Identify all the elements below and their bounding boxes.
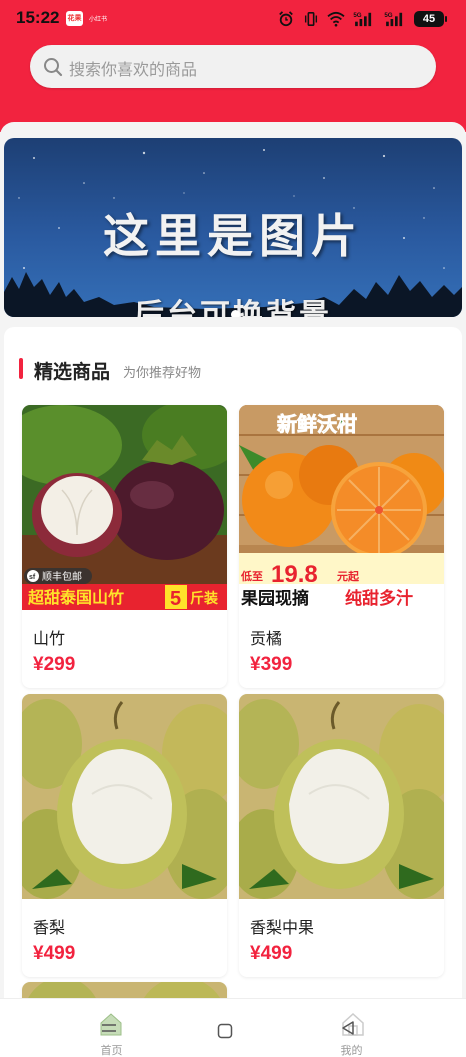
status-bar: 15:22 花果 小红书 5G 5G 45 [0,0,466,38]
search-input[interactable]: 搜索你喜欢的商品 [30,45,436,88]
product-price: ¥299 [33,654,76,675]
signal-icon-1: 5G [353,12,372,27]
product-image: 新鲜沃柑 低至 19.8 元起 果园现摘 纯甜多汁 [239,405,444,610]
network-label-2: 5G [384,12,392,19]
banner[interactable]: 这里是图片 后台可换背景 [4,138,462,317]
alarm-icon [279,11,293,27]
section-accent-bar [19,358,23,379]
badge-text: 顺丰包邮 [42,570,82,583]
product-image [22,694,227,899]
product-name: 山竹 [33,629,66,648]
section-title: 精选商品 [34,361,111,383]
product-overlay-text: 超甜泰国山竹 [27,588,124,607]
search-icon [44,58,63,77]
svg-text:sf: sf [29,574,36,581]
product-overlay-number: 5 [170,588,181,610]
product-name: 贡橘 [250,629,283,648]
product-name: 香梨中果 [250,918,315,937]
wifi-icon [327,11,345,27]
section-subtitle: 为你推荐好物 [123,366,202,381]
app-notification-label: 小红书 [89,16,108,23]
status-time: 15:22 [16,8,60,27]
sf-badge: sf 顺丰包邮 [24,568,92,584]
menu-nav-icon[interactable] [101,1020,117,1036]
square-nav-icon [217,1023,233,1039]
banner-pagination-dot[interactable] [231,310,240,317]
product-price: ¥499 [250,943,293,964]
bottom-tab-bar: 首页 我的 [0,998,466,1057]
product-overlay-text-right: 纯甜多汁 [345,588,413,609]
product-image [239,694,444,899]
signal-icon-2: 5G [384,12,403,27]
product-price: ¥499 [33,943,76,964]
battery-indicator: 45 [414,11,447,27]
main-content: 这里是图片 后台可换背景 精选商品 为你推荐好物 sf 顺丰包邮 超甜泰国山竹 … [0,122,466,1057]
featured-section: 精选商品 为你推荐好物 sf 顺丰包邮 超甜泰国山竹 5 斤装 山竹 ¥299 … [4,327,462,1057]
product-overlay-text: 果园现摘 [241,588,309,609]
product-top-text: 新鲜沃柑 [277,412,357,436]
tab-label: 我的 [340,1044,363,1057]
product-card[interactable]: 香梨中果 ¥499 [239,694,444,977]
vibrate-icon [304,11,318,27]
price-tag-suffix: 元起 [337,569,360,583]
status-icons: 5G 5G 45 [277,9,447,29]
product-price: ¥399 [250,654,293,675]
product-overlay-unit: 斤装 [190,590,219,607]
price-tag-prefix: 低至 [240,569,263,583]
network-label-1: 5G [353,12,361,19]
product-name: 香梨 [33,918,66,937]
banner-title: 这里是图片 [103,209,363,263]
app-notification-icon: 花果 [66,11,83,26]
search-placeholder: 搜索你喜欢的商品 [69,60,198,79]
product-image: sf 顺丰包邮 超甜泰国山竹 5 斤装 [22,405,227,610]
product-card[interactable]: 新鲜沃柑 低至 19.8 元起 果园现摘 纯甜多汁 贡橘 ¥399 [239,405,444,688]
product-card[interactable]: sf 顺丰包邮 超甜泰国山竹 5 斤装 山竹 ¥299 [22,405,227,688]
back-nav-icon[interactable] [340,1020,356,1036]
product-card[interactable]: 香梨 ¥499 [22,694,227,977]
price-tag-value: 19.8 [271,561,318,588]
